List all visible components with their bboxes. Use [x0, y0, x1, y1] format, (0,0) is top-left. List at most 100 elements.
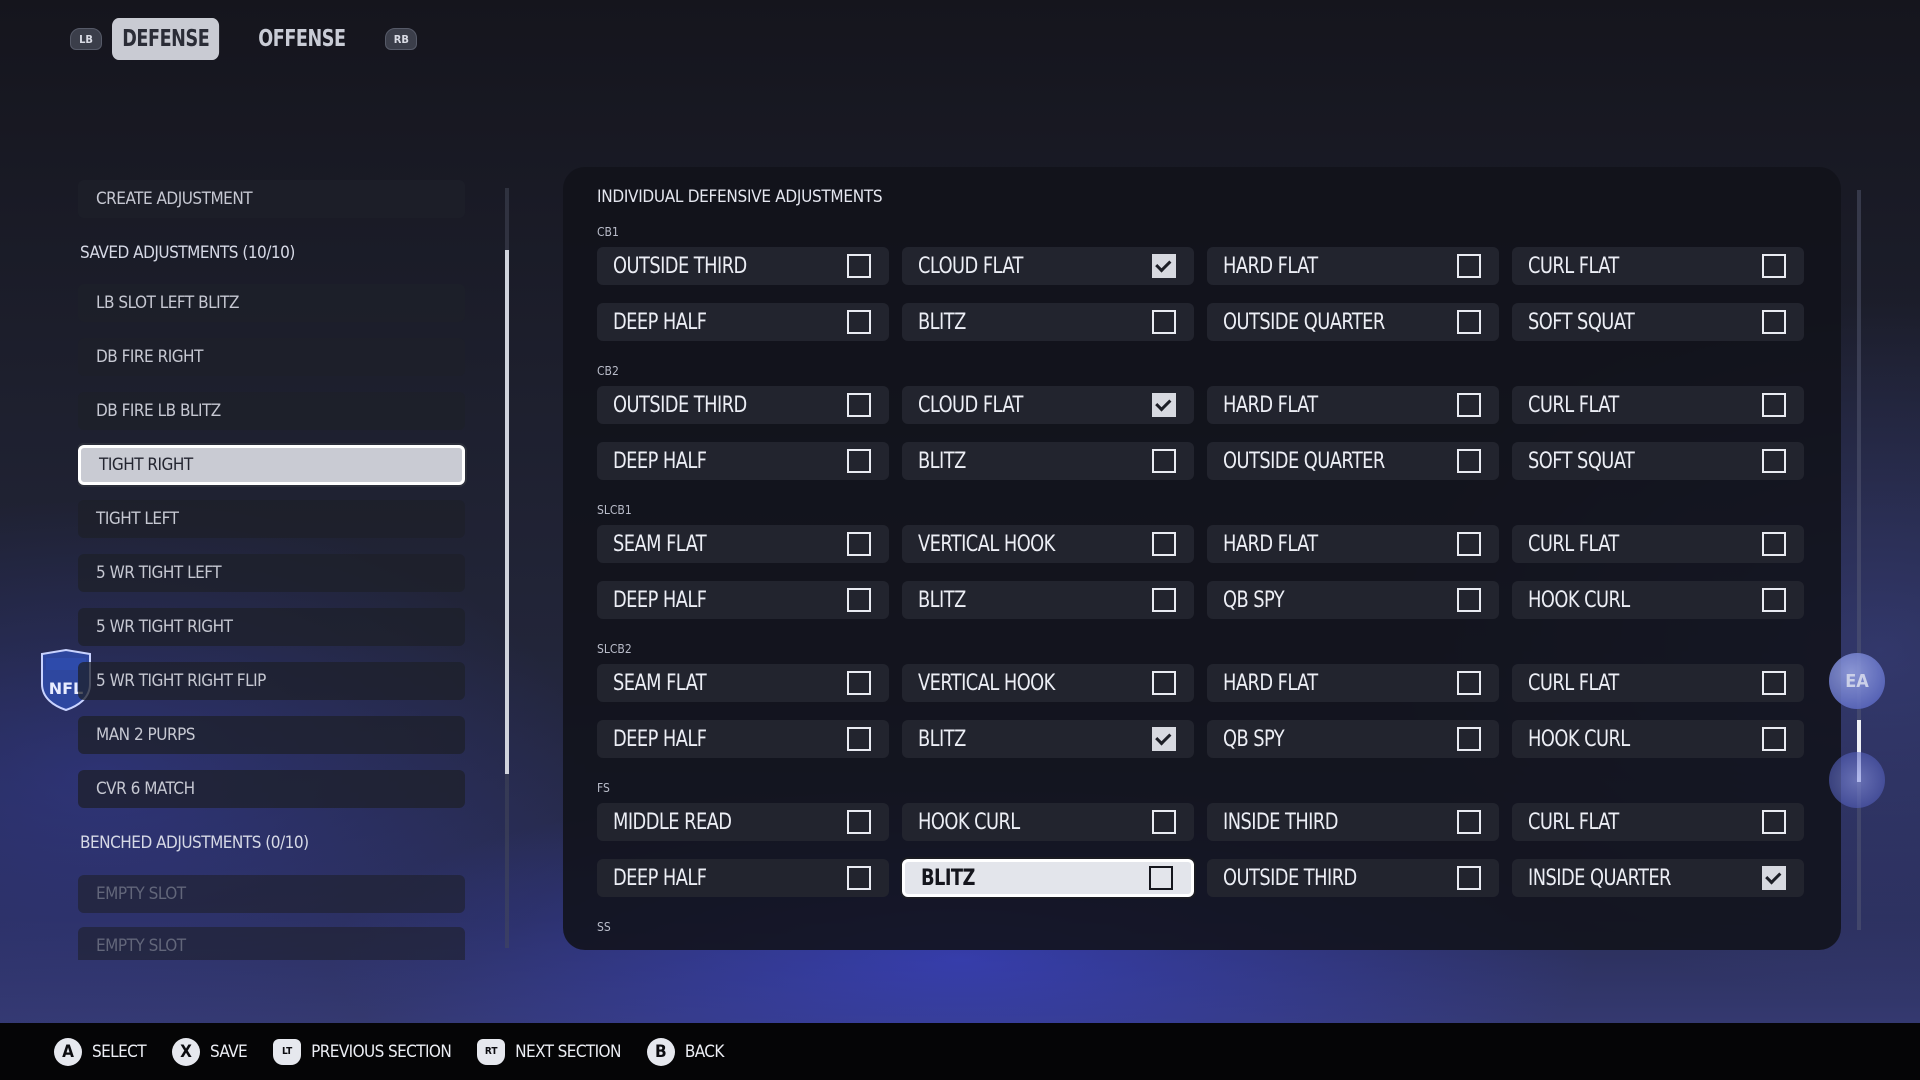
- checkbox-icon[interactable]: [1762, 254, 1786, 278]
- checkbox-icon[interactable]: [847, 727, 871, 751]
- option-slcb1-seam-flat[interactable]: SEAM FLAT: [597, 525, 889, 563]
- saved-item-man-2-purps[interactable]: MAN 2 PURPS: [78, 716, 465, 754]
- option-cb2-soft-squat[interactable]: SOFT SQUAT: [1512, 442, 1804, 480]
- option-fs-inside-third[interactable]: INSIDE THIRD: [1207, 803, 1499, 841]
- benched-empty-slot[interactable]: EMPTY SLOT: [78, 875, 465, 913]
- option-slcb2-vertical-hook[interactable]: VERTICAL HOOK: [902, 664, 1194, 702]
- hint-select[interactable]: A SELECT: [54, 1037, 147, 1066]
- checkbox-checked-icon[interactable]: [1762, 866, 1786, 890]
- option-cb2-hard-flat[interactable]: HARD FLAT: [1207, 386, 1499, 424]
- option-slcb1-hard-flat[interactable]: HARD FLAT: [1207, 525, 1499, 563]
- checkbox-icon[interactable]: [1762, 449, 1786, 473]
- checkbox-icon[interactable]: [847, 588, 871, 612]
- saved-item-lb-slot-left-blitz[interactable]: LB SLOT LEFT BLITZ: [78, 284, 465, 322]
- option-slcb1-deep-half[interactable]: DEEP HALF: [597, 581, 889, 619]
- option-slcb1-hook-curl[interactable]: HOOK CURL: [1512, 581, 1804, 619]
- checkbox-icon[interactable]: [847, 254, 871, 278]
- checkbox-icon[interactable]: [1152, 310, 1176, 334]
- option-slcb1-curl-flat[interactable]: CURL FLAT: [1512, 525, 1804, 563]
- saved-item-cvr-6-match[interactable]: CVR 6 MATCH: [78, 770, 465, 808]
- option-cb2-outside-third[interactable]: OUTSIDE THIRD: [597, 386, 889, 424]
- saved-item-5wr-tight-right[interactable]: 5 WR TIGHT RIGHT: [78, 608, 465, 646]
- lb-bumper-icon[interactable]: LB: [70, 28, 102, 50]
- checkbox-icon[interactable]: [1457, 727, 1481, 751]
- saved-item-5wr-tight-left[interactable]: 5 WR TIGHT LEFT: [78, 554, 465, 592]
- checkbox-icon[interactable]: [1457, 532, 1481, 556]
- option-cb2-curl-flat[interactable]: CURL FLAT: [1512, 386, 1804, 424]
- rb-bumper-icon[interactable]: RB: [385, 28, 418, 50]
- option-slcb2-blitz[interactable]: BLITZ: [902, 720, 1194, 758]
- option-cb2-blitz[interactable]: BLITZ: [902, 442, 1194, 480]
- checkbox-icon[interactable]: [847, 810, 871, 834]
- option-fs-inside-quarter[interactable]: INSIDE QUARTER: [1512, 859, 1804, 897]
- checkbox-icon[interactable]: [1457, 588, 1481, 612]
- saved-item-db-fire-lb-blitz[interactable]: DB FIRE LB BLITZ: [78, 392, 465, 430]
- option-cb1-blitz[interactable]: BLITZ: [902, 303, 1194, 341]
- checkbox-checked-icon[interactable]: [1152, 254, 1176, 278]
- option-fs-middle-read[interactable]: MIDDLE READ: [597, 803, 889, 841]
- option-slcb2-seam-flat[interactable]: SEAM FLAT: [597, 664, 889, 702]
- checkbox-icon[interactable]: [847, 310, 871, 334]
- left-scrollbar-thumb[interactable]: [505, 250, 509, 774]
- checkbox-icon[interactable]: [1762, 393, 1786, 417]
- checkbox-icon[interactable]: [847, 671, 871, 695]
- checkbox-icon[interactable]: [847, 449, 871, 473]
- option-slcb2-curl-flat[interactable]: CURL FLAT: [1512, 664, 1804, 702]
- checkbox-icon[interactable]: [847, 393, 871, 417]
- option-cb1-outside-third[interactable]: OUTSIDE THIRD: [597, 247, 889, 285]
- checkbox-icon[interactable]: [1152, 671, 1176, 695]
- option-cb1-soft-squat[interactable]: SOFT SQUAT: [1512, 303, 1804, 341]
- option-fs-hook-curl[interactable]: HOOK CURL: [902, 803, 1194, 841]
- checkbox-icon[interactable]: [1762, 588, 1786, 612]
- checkbox-icon[interactable]: [1457, 393, 1481, 417]
- hint-next-section[interactable]: RT NEXT SECTION: [477, 1038, 621, 1065]
- checkbox-icon[interactable]: [847, 866, 871, 890]
- checkbox-icon[interactable]: [1762, 810, 1786, 834]
- checkbox-icon[interactable]: [1457, 810, 1481, 834]
- left-list-scrollbar[interactable]: [505, 188, 509, 948]
- option-cb2-cloud-flat[interactable]: CLOUD FLAT: [902, 386, 1194, 424]
- checkbox-checked-icon[interactable]: [1152, 393, 1176, 417]
- checkbox-icon[interactable]: [847, 532, 871, 556]
- option-cb2-deep-half[interactable]: DEEP HALF: [597, 442, 889, 480]
- option-slcb2-deep-half[interactable]: DEEP HALF: [597, 720, 889, 758]
- panel-scrollbar[interactable]: [1857, 190, 1861, 930]
- option-slcb1-blitz[interactable]: BLITZ: [902, 581, 1194, 619]
- option-cb1-curl-flat[interactable]: CURL FLAT: [1512, 247, 1804, 285]
- saved-item-tight-left[interactable]: TIGHT LEFT: [78, 500, 465, 538]
- checkbox-icon[interactable]: [1152, 532, 1176, 556]
- tab-defense[interactable]: DEFENSE: [112, 18, 220, 60]
- saved-item-5wr-tight-right-flip[interactable]: 5 WR TIGHT RIGHT FLIP: [78, 662, 465, 700]
- option-slcb2-hook-curl[interactable]: HOOK CURL: [1512, 720, 1804, 758]
- benched-empty-slot[interactable]: EMPTY SLOT: [78, 927, 465, 960]
- hint-save[interactable]: X SAVE: [171, 1037, 248, 1066]
- checkbox-icon[interactable]: [1762, 727, 1786, 751]
- option-fs-blitz[interactable]: BLITZ: [902, 859, 1194, 897]
- option-slcb2-qb-spy[interactable]: QB SPY: [1207, 720, 1499, 758]
- option-slcb2-hard-flat[interactable]: HARD FLAT: [1207, 664, 1499, 702]
- checkbox-icon[interactable]: [1149, 866, 1173, 890]
- option-cb1-cloud-flat[interactable]: CLOUD FLAT: [902, 247, 1194, 285]
- checkbox-checked-icon[interactable]: [1152, 727, 1176, 751]
- checkbox-icon[interactable]: [1762, 310, 1786, 334]
- option-slcb1-vertical-hook[interactable]: VERTICAL HOOK: [902, 525, 1194, 563]
- create-adjustment-button[interactable]: CREATE ADJUSTMENT: [78, 180, 465, 218]
- option-cb1-deep-half[interactable]: DEEP HALF: [597, 303, 889, 341]
- saved-item-tight-right[interactable]: TIGHT RIGHT: [78, 445, 465, 485]
- option-cb2-outside-quarter[interactable]: OUTSIDE QUARTER: [1207, 442, 1499, 480]
- checkbox-icon[interactable]: [1457, 866, 1481, 890]
- checkbox-icon[interactable]: [1152, 810, 1176, 834]
- checkbox-icon[interactable]: [1457, 671, 1481, 695]
- option-cb1-outside-quarter[interactable]: OUTSIDE QUARTER: [1207, 303, 1499, 341]
- saved-item-db-fire-right[interactable]: DB FIRE RIGHT: [78, 338, 465, 376]
- option-fs-deep-half[interactable]: DEEP HALF: [597, 859, 889, 897]
- option-fs-curl-flat[interactable]: CURL FLAT: [1512, 803, 1804, 841]
- option-slcb1-qb-spy[interactable]: QB SPY: [1207, 581, 1499, 619]
- checkbox-icon[interactable]: [1762, 671, 1786, 695]
- checkbox-icon[interactable]: [1457, 254, 1481, 278]
- hint-back[interactable]: B BACK: [646, 1037, 724, 1066]
- checkbox-icon[interactable]: [1152, 588, 1176, 612]
- checkbox-icon[interactable]: [1457, 310, 1481, 334]
- option-cb1-hard-flat[interactable]: HARD FLAT: [1207, 247, 1499, 285]
- option-fs-outside-third[interactable]: OUTSIDE THIRD: [1207, 859, 1499, 897]
